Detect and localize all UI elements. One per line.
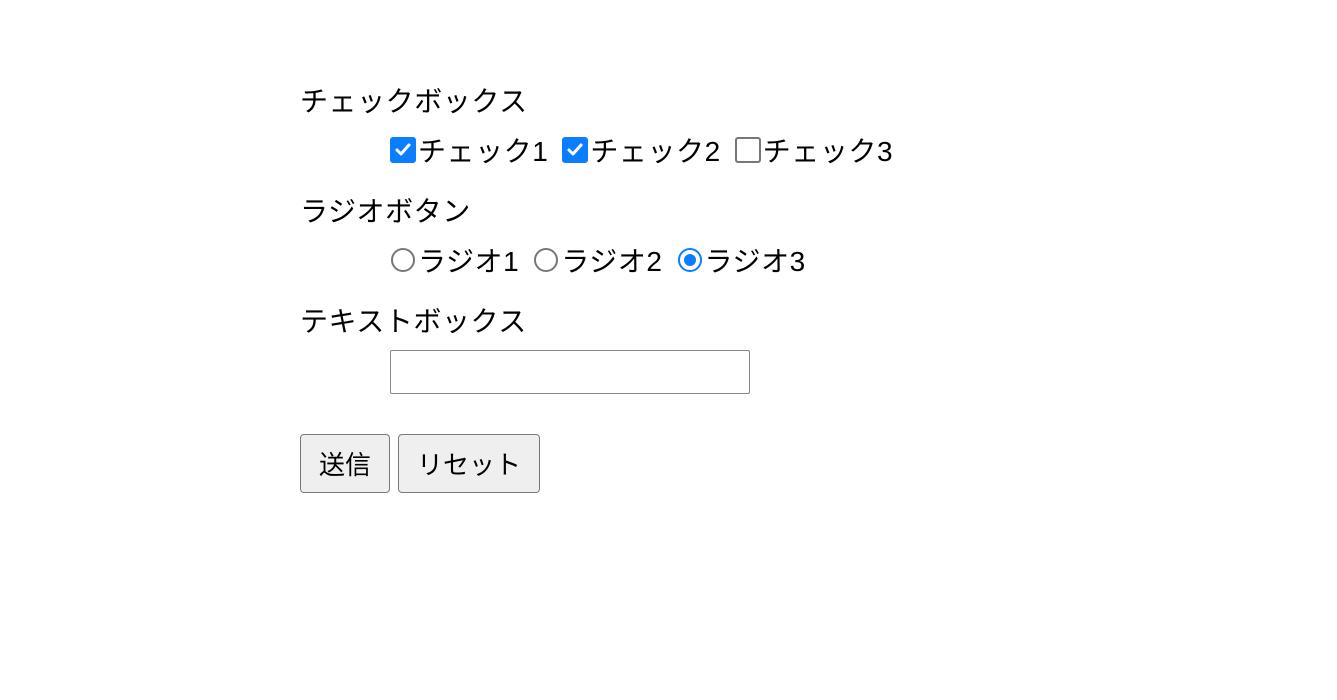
radio-row: ラジオ1 ラジオ2 ラジオ3	[390, 240, 1337, 280]
checkbox-checked-icon	[390, 137, 416, 163]
radio-2[interactable]: ラジオ2	[533, 240, 662, 280]
checkbox-unchecked-icon	[735, 137, 761, 163]
radio-3-label: ラジオ3	[705, 240, 806, 280]
radio-unselected-icon	[533, 247, 559, 273]
textbox-row	[390, 350, 1337, 394]
checkbox-1-label: チェック1	[418, 130, 548, 170]
checkbox-2-label: チェック2	[590, 130, 720, 170]
radio-section-title: ラジオボタン	[300, 190, 1337, 230]
checkbox-1[interactable]: チェック1	[390, 130, 548, 170]
checkbox-3-label: チェック3	[763, 130, 893, 170]
textbox-section-title: テキストボックス	[300, 300, 1337, 340]
radio-2-label: ラジオ2	[561, 240, 662, 280]
radio-selected-icon	[677, 247, 703, 273]
reset-button[interactable]: リセット	[398, 434, 540, 493]
button-row: 送信 リセット	[300, 434, 1337, 493]
checkbox-section-title: チェックボックス	[300, 80, 1337, 120]
checkbox-2[interactable]: チェック2	[562, 130, 720, 170]
checkbox-row: チェック1 チェック2 チェック3	[390, 130, 1337, 170]
form-container: チェックボックス チェック1 チェック2 チェック3 ラジオボタン ラジオ1	[0, 0, 1337, 493]
checkbox-checked-icon	[562, 137, 588, 163]
radio-3[interactable]: ラジオ3	[677, 240, 806, 280]
checkbox-3[interactable]: チェック3	[735, 130, 893, 170]
radio-1[interactable]: ラジオ1	[390, 240, 519, 280]
radio-1-label: ラジオ1	[418, 240, 519, 280]
text-input[interactable]	[390, 350, 750, 394]
radio-unselected-icon	[390, 247, 416, 273]
submit-button[interactable]: 送信	[300, 434, 390, 493]
